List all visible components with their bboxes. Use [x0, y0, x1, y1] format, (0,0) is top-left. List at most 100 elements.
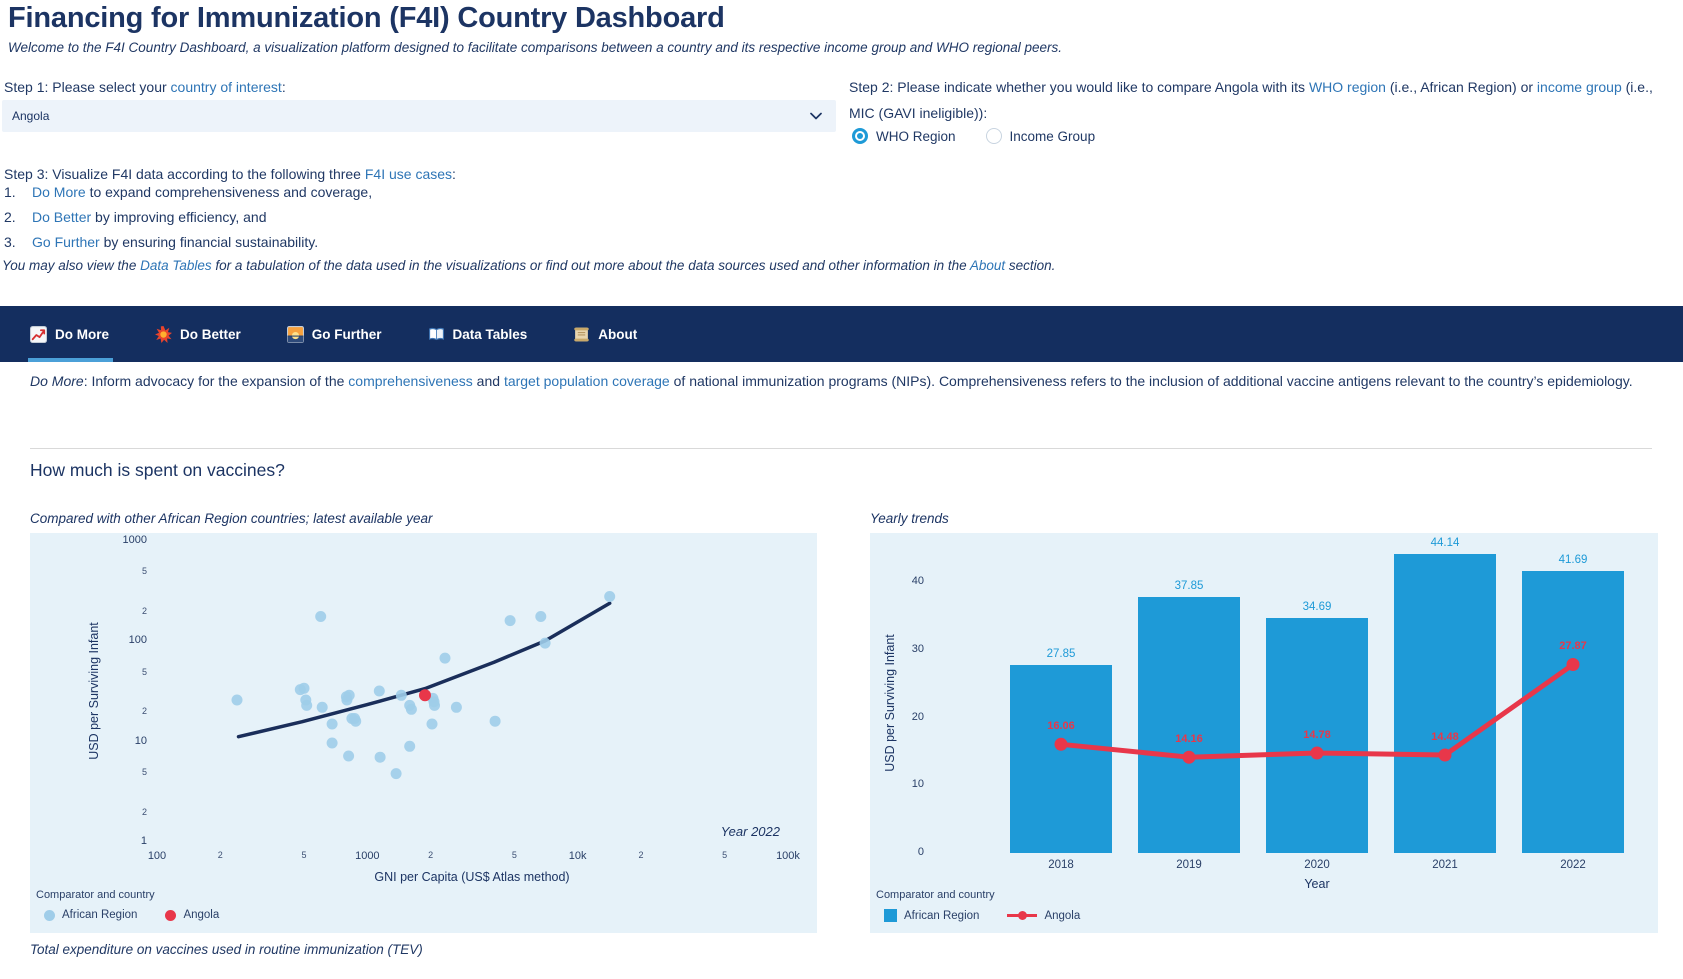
text-segment: comprehensiveness: [348, 373, 473, 389]
use-case-text: Go Further by ensuring financial sustain…: [32, 235, 318, 250]
scatter-point[interactable]: [406, 704, 417, 715]
tab-do-better[interactable]: Do Better: [155, 306, 241, 362]
country-select-dropdown[interactable]: Angola: [2, 100, 836, 132]
use-case-list: 1.Do More to expand comprehensiveness an…: [4, 185, 372, 260]
x-category-label: 2021: [1394, 859, 1496, 871]
text-segment: of national immunization programs (NIPs)…: [670, 373, 1633, 389]
use-case-text: Do Better by improving efficiency, and: [32, 210, 267, 225]
scatter-point[interactable]: [317, 702, 328, 713]
tab-data-tables[interactable]: Data Tables: [428, 306, 528, 362]
scroll-icon: [573, 326, 590, 343]
text-segment: About: [970, 258, 1005, 273]
chart-increasing-icon: [30, 326, 47, 343]
text-segment: Step 3: Visualize F4I data according to …: [4, 166, 365, 182]
scatter-point[interactable]: [327, 738, 338, 749]
angola-trend-line: [1061, 665, 1573, 758]
text-segment: F4I use cases: [365, 166, 452, 182]
x-tick-label: 2: [611, 850, 671, 860]
x-category-label: 2018: [1010, 859, 1112, 871]
scatter-point[interactable]: [604, 591, 615, 602]
angola-point[interactable]: [419, 689, 431, 701]
x-tick-label: 5: [695, 850, 755, 860]
use-case-number: 3.: [4, 235, 17, 250]
text-segment: Step 2: Please indicate whether you woul…: [849, 79, 1309, 95]
legend-item-african-region[interactable]: African Region: [44, 909, 137, 921]
scatter-point[interactable]: [535, 611, 546, 622]
scatter-point[interactable]: [440, 653, 451, 664]
scatter-point[interactable]: [490, 716, 501, 727]
scatter-point[interactable]: [451, 702, 462, 713]
legend-label: Angola: [1044, 910, 1080, 922]
y-tick-label: 1: [34, 835, 147, 847]
scatter-point[interactable]: [396, 690, 407, 701]
text-segment: Do More: [30, 373, 84, 389]
tab-about[interactable]: About: [573, 306, 637, 362]
scatter-point[interactable]: [343, 751, 354, 762]
scatter-point[interactable]: [344, 690, 355, 701]
scatter-point[interactable]: [540, 638, 551, 649]
scatter-point[interactable]: [315, 611, 326, 622]
x-category-label: 2020: [1266, 859, 1368, 871]
line-value-label: 14.16: [1149, 733, 1229, 745]
tab-label: Go Further: [312, 327, 382, 342]
legend-item-angola[interactable]: Angola: [1007, 910, 1080, 922]
x-tick-label: 2: [401, 850, 461, 860]
line-value-label: 14.48: [1405, 731, 1485, 743]
use-case-item: 1.Do More to expand comprehensiveness an…: [4, 185, 372, 200]
text-segment: by improving efficiency, and: [91, 209, 266, 225]
scatter-point[interactable]: [404, 741, 415, 752]
scatter-point[interactable]: [391, 768, 402, 779]
use-case-description: Do More: Inform advocacy for the expansi…: [30, 368, 1645, 395]
radio-button-icon[interactable]: [852, 128, 868, 144]
x-tick-label: 5: [484, 850, 544, 860]
scatter-point[interactable]: [301, 700, 312, 711]
text-segment: :: [282, 79, 286, 95]
tab-go-further[interactable]: Go Further: [287, 306, 382, 362]
line-point-2021[interactable]: [1439, 749, 1452, 762]
legend-item-angola[interactable]: Angola: [165, 909, 219, 921]
legend-swatch: [165, 910, 176, 921]
scatter-point[interactable]: [429, 700, 440, 711]
legend-swatch: [1007, 914, 1037, 917]
line-point-2022[interactable]: [1567, 658, 1580, 671]
text-segment: for a tabulation of the data used in the…: [212, 258, 970, 273]
text-segment: target population coverage: [504, 373, 670, 389]
legend-item-african-region[interactable]: African Region: [884, 909, 979, 922]
scatter-point[interactable]: [374, 686, 385, 697]
collision-icon: [155, 326, 172, 343]
scatter-point[interactable]: [299, 683, 310, 694]
tab-do-more[interactable]: Do More: [30, 306, 109, 362]
use-case-number: 1.: [4, 185, 17, 200]
text-segment: Do More: [32, 184, 86, 200]
scatter-point[interactable]: [327, 719, 338, 730]
text-segment: country of interest: [171, 79, 282, 95]
x-tick-label: 10k: [548, 850, 608, 862]
text-segment: by ensuring financial sustainability.: [100, 234, 318, 250]
page-subtitle: Welcome to the F4I Country Dashboard, a …: [8, 40, 1062, 55]
scatter-chart: 10005210052105211002510002510k25100kUSD …: [30, 533, 817, 933]
scatter-point[interactable]: [375, 752, 386, 763]
scatter-point[interactable]: [350, 716, 361, 727]
tab-label: Do Better: [180, 327, 241, 342]
x-category-label: 2019: [1138, 859, 1240, 871]
use-case-number: 2.: [4, 210, 17, 225]
radio-button-icon[interactable]: [986, 128, 1002, 144]
line-point-2018[interactable]: [1055, 738, 1068, 751]
radio-income-group[interactable]: Income Group: [986, 128, 1096, 144]
scatter-point[interactable]: [505, 615, 516, 626]
footnote: You may also view the Data Tables for a …: [2, 258, 1055, 273]
tab-label: Data Tables: [453, 327, 528, 342]
line-point-2020[interactable]: [1311, 747, 1324, 760]
scatter-point[interactable]: [232, 695, 243, 706]
y-tick-label: 1000: [34, 534, 147, 546]
text-segment: (i.e., African Region) or: [1386, 79, 1537, 95]
radio-who-region[interactable]: WHO Region: [852, 128, 956, 144]
trend-line: [239, 603, 610, 737]
bar-chart: 01020304027.8537.8534.6944.1441.6916.061…: [870, 533, 1658, 933]
line-value-label: 16.06: [1021, 720, 1101, 732]
line-overlay: [870, 533, 1658, 933]
x-axis-title: Year: [1267, 877, 1367, 891]
comparator-radio-group: WHO Region Income Group: [852, 128, 1095, 144]
scatter-point[interactable]: [427, 719, 438, 730]
line-point-2019[interactable]: [1183, 751, 1196, 764]
